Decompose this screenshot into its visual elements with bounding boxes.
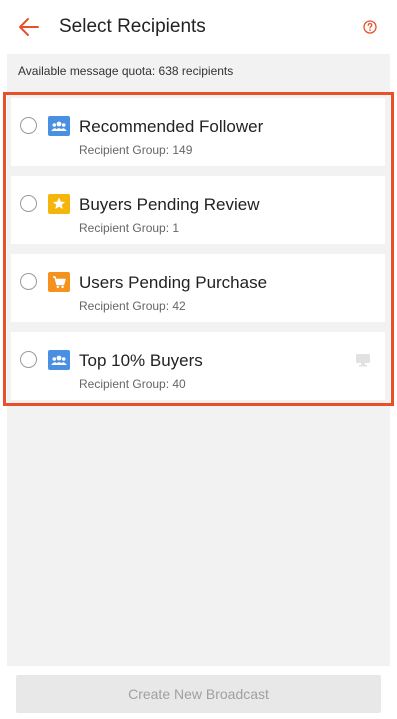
recipient-group-item[interactable]: Recommended Follower Recipient Group: 14…	[11, 98, 385, 166]
quota-text: Available message quota: 638 recipients	[18, 64, 234, 78]
people-group-icon	[48, 116, 70, 136]
recipient-group-item[interactable]: Users Pending Purchase Recipient Group: …	[11, 254, 385, 322]
people-group-icon	[48, 350, 70, 370]
header-bar: Select Recipients	[0, 0, 397, 54]
group-name: Buyers Pending Review	[79, 195, 260, 214]
arrow-left-icon[interactable]	[16, 14, 42, 40]
group-count: Recipient Group: 149	[79, 143, 193, 157]
radio-button[interactable]	[20, 117, 37, 134]
group-name: Top 10% Buyers	[79, 351, 203, 370]
group-count: Recipient Group: 42	[79, 299, 186, 313]
create-broadcast-button[interactable]: Create New Broadcast	[16, 675, 381, 713]
question-circle-icon[interactable]	[363, 20, 377, 34]
monitor-icon	[355, 353, 371, 367]
recipient-group-item[interactable]: Top 10% Buyers Recipient Group: 40	[11, 332, 385, 400]
radio-button[interactable]	[20, 195, 37, 212]
star-icon	[48, 194, 70, 214]
page-title: Select Recipients	[59, 16, 206, 37]
group-count: Recipient Group: 40	[79, 377, 186, 391]
shopping-cart-icon	[48, 272, 70, 292]
group-name: Users Pending Purchase	[79, 273, 268, 292]
group-count: Recipient Group: 1	[79, 221, 180, 235]
group-name: Recommended Follower	[79, 117, 264, 136]
radio-button[interactable]	[20, 351, 37, 368]
radio-button[interactable]	[20, 273, 37, 290]
recipient-group-item[interactable]: Buyers Pending Review Recipient Group: 1	[11, 176, 385, 244]
